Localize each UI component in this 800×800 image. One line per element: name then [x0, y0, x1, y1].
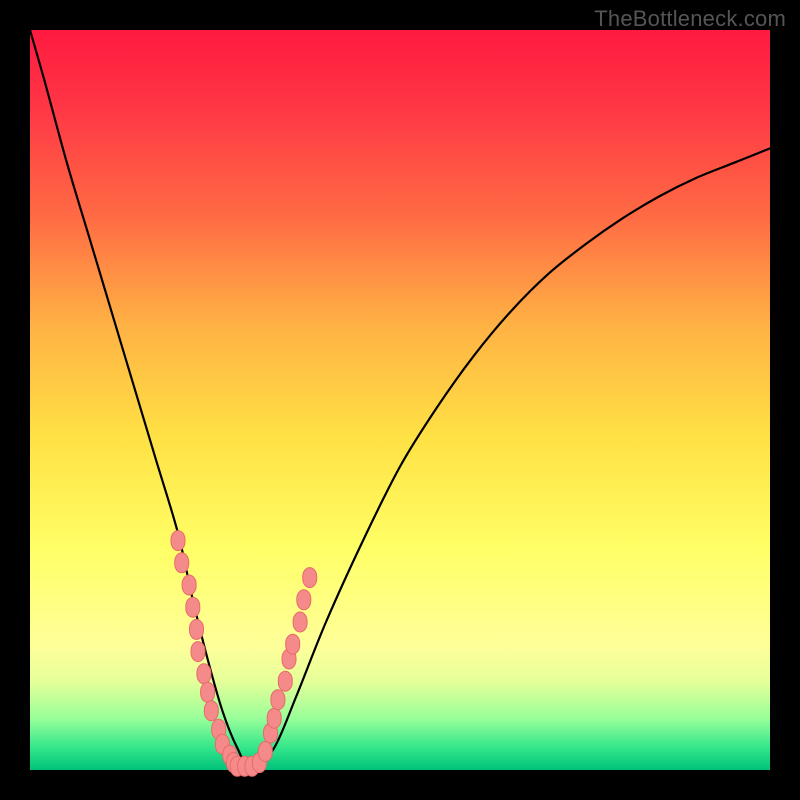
bottleneck-curve: [30, 30, 770, 770]
chart-frame: TheBottleneck.com: [0, 0, 800, 800]
curve-marker: [258, 742, 272, 762]
curve-marker: [271, 690, 285, 710]
curve-marker: [278, 671, 292, 691]
watermark-text: TheBottleneck.com: [594, 6, 786, 32]
curve-marker: [303, 568, 317, 588]
curve-marker: [190, 619, 204, 639]
chart-svg: [30, 30, 770, 770]
curve-marker: [191, 642, 205, 662]
curve-marker: [197, 664, 211, 684]
curve-marker: [186, 597, 200, 617]
curve-marker: [297, 590, 311, 610]
curve-marker: [182, 575, 196, 595]
curve-marker: [175, 553, 189, 573]
curve-marker: [201, 682, 215, 702]
curve-marker: [286, 634, 300, 654]
curve-marker: [293, 612, 307, 632]
plot-area: [30, 30, 770, 770]
curve-marker: [171, 531, 185, 551]
curve-marker: [204, 701, 218, 721]
marker-group: [171, 531, 317, 777]
curve-marker: [267, 708, 281, 728]
